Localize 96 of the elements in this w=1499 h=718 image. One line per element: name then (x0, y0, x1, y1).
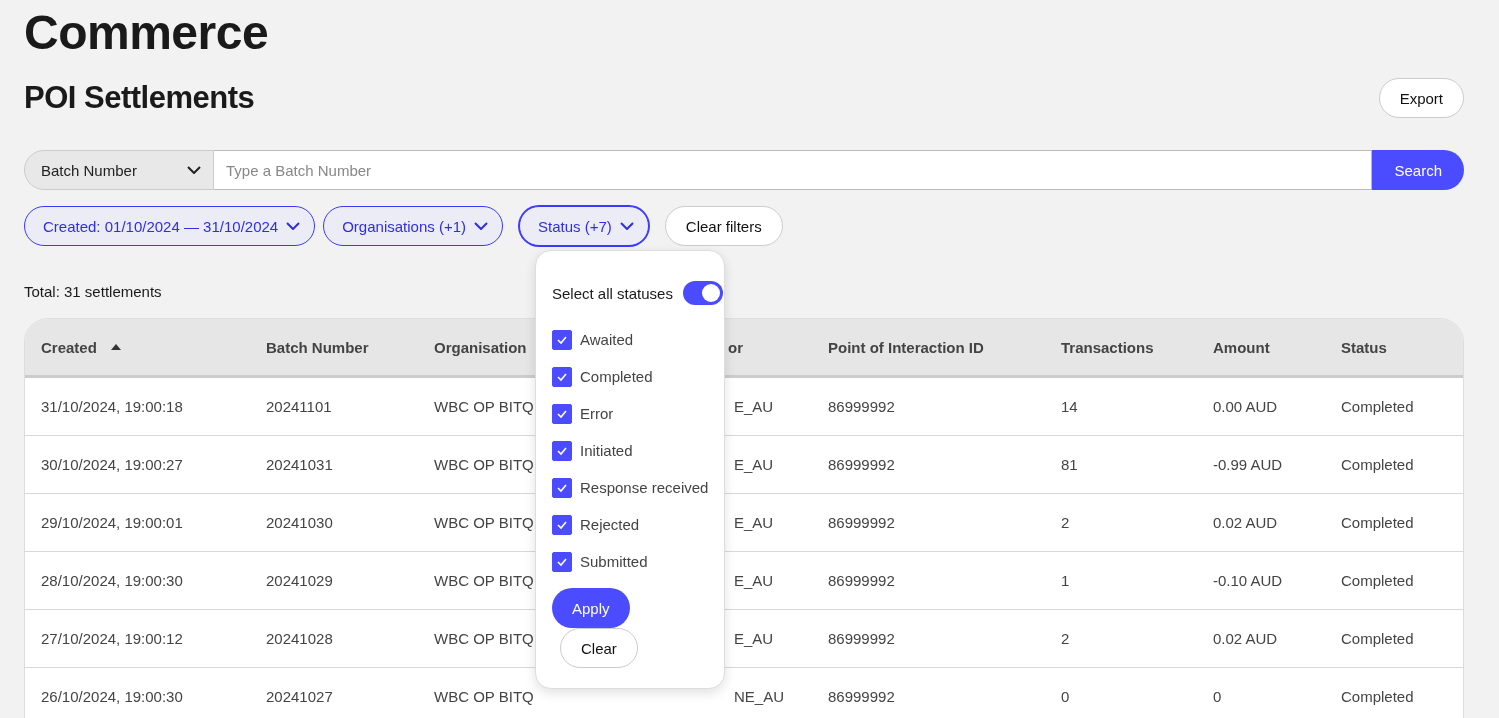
status-checkbox[interactable] (552, 403, 572, 424)
search-field-dropdown[interactable]: Batch Number (24, 150, 214, 190)
check-icon (556, 445, 568, 456)
table-cell: 28/10/2024, 19:00:30 (41, 572, 183, 589)
table-cell: 86999992 (828, 688, 895, 705)
table-cell: 86999992 (828, 630, 895, 647)
table-cell: 86999992 (828, 514, 895, 531)
check-icon (556, 482, 568, 493)
table-cell: E_AU (734, 514, 774, 531)
table-cell: WBC OP BITQ (434, 398, 534, 415)
column-header[interactable]: Created (25, 338, 250, 356)
table-cell: 86999992 (828, 398, 895, 415)
column-header[interactable]: Amount (1197, 338, 1325, 356)
status-option-label: Completed (580, 368, 653, 385)
table-cell: 86999992 (828, 572, 895, 589)
chevron-down-icon (187, 166, 201, 174)
table-cell: 0 (1213, 688, 1222, 705)
table-cell: 20241029 (266, 572, 333, 589)
table-cell: Completed (1341, 514, 1414, 531)
table-cell: 27/10/2024, 19:00:12 (41, 630, 183, 647)
filter-chip[interactable]: Status (+7) (519, 206, 649, 246)
check-icon (556, 519, 568, 530)
table-cell: 29/10/2024, 19:00:01 (41, 514, 183, 531)
table-cell: Completed (1341, 630, 1414, 647)
status-checkbox[interactable] (552, 440, 572, 461)
table-cell: Completed (1341, 572, 1414, 589)
apply-button[interactable]: Apply (552, 588, 630, 628)
table-cell: 20241027 (266, 688, 333, 705)
table-cell: NE_AU (734, 688, 785, 705)
check-icon (556, 556, 568, 567)
table-cell: E_AU (734, 398, 774, 415)
table-cell: -0.10 AUD (1213, 572, 1283, 589)
table-cell: 20241028 (266, 630, 333, 647)
table-cell: WBC OP BITQ (434, 514, 534, 531)
table-cell: -0.99 AUD (1213, 456, 1283, 473)
status-option-label: Response received (580, 479, 709, 496)
table-cell: E_AU (734, 456, 774, 473)
column-header[interactable]: Organisation (418, 338, 538, 356)
table-cell: E_AU (734, 630, 774, 647)
table-cell: 0.00 AUD (1213, 398, 1278, 415)
column-header[interactable]: Status (1325, 338, 1463, 356)
table-cell: Completed (1341, 456, 1414, 473)
search-button[interactable]: Search (1372, 150, 1464, 190)
chevron-down-icon (619, 222, 634, 230)
table-cell: Completed (1341, 688, 1414, 705)
column-header[interactable]: Transactions (1045, 338, 1197, 356)
check-icon (556, 408, 568, 419)
table-cell: 31/10/2024, 19:00:18 (41, 398, 183, 415)
table-cell: E_AU (734, 572, 774, 589)
status-option-label: Error (580, 405, 614, 422)
status-checkbox[interactable] (552, 514, 572, 535)
table-cell: 86999992 (828, 456, 895, 473)
status-option-label: Submitted (580, 553, 648, 570)
search-field[interactable]: Type a Batch Number (214, 150, 1373, 190)
chevron-down-icon (474, 222, 488, 230)
status-checkbox[interactable] (552, 551, 572, 572)
filter-chip[interactable]: Created: 01/10/2024 — 31/10/2024 (24, 206, 316, 246)
table-cell: 26/10/2024, 19:00:30 (41, 688, 183, 705)
status-option-label: Awaited (580, 331, 634, 348)
check-icon (556, 334, 568, 345)
table-cell: 0 (1061, 688, 1070, 705)
table-cell: 0.02 AUD (1213, 630, 1278, 647)
table-cell: WBC OP BITQ (434, 688, 534, 705)
select-all-label: Select all statuses (552, 284, 673, 302)
select-all-toggle[interactable] (682, 281, 723, 305)
table-cell: WBC OP BITQ (434, 572, 534, 589)
table-cell: WBC OP BITQ (434, 456, 534, 473)
table-cell: 1 (1061, 572, 1070, 589)
table-cell: 81 (1061, 456, 1078, 473)
total-count: Total: 31 settlements (24, 283, 162, 300)
table-cell: 2 (1061, 514, 1070, 531)
table-cell: 20241030 (266, 514, 333, 531)
table-cell: 0.02 AUD (1213, 514, 1278, 531)
status-checkbox[interactable] (552, 477, 572, 498)
check-icon (556, 371, 568, 382)
clear-button[interactable]: Clear (560, 628, 638, 668)
status-checkbox[interactable] (552, 329, 572, 350)
status-option-label: Initiated (580, 442, 633, 459)
export-button[interactable]: Export (1378, 78, 1464, 118)
clear-filters-button[interactable]: Clear filters (664, 206, 783, 246)
table-cell: 2 (1061, 630, 1070, 647)
table-cell: 20241101 (266, 398, 332, 415)
status-option-label: Rejected (580, 516, 640, 533)
sort-ascending-icon (110, 344, 121, 350)
column-header[interactable]: Batch Number (250, 338, 418, 356)
page-title: POI Settlements (24, 80, 255, 116)
column-header[interactable]: Point of Interaction ID (812, 338, 1045, 356)
app-title: Commerce (24, 5, 270, 61)
status-checkbox[interactable] (552, 366, 572, 387)
table-cell: 14 (1061, 398, 1078, 415)
table-cell: 20241031 (266, 456, 333, 473)
filter-chip[interactable]: Organisations (+1) (323, 206, 503, 246)
table-cell: 30/10/2024, 19:00:27 (41, 456, 183, 473)
chevron-down-icon (286, 222, 301, 230)
table-cell: Completed (1341, 398, 1414, 415)
table-cell: WBC OP BITQ (434, 630, 534, 647)
